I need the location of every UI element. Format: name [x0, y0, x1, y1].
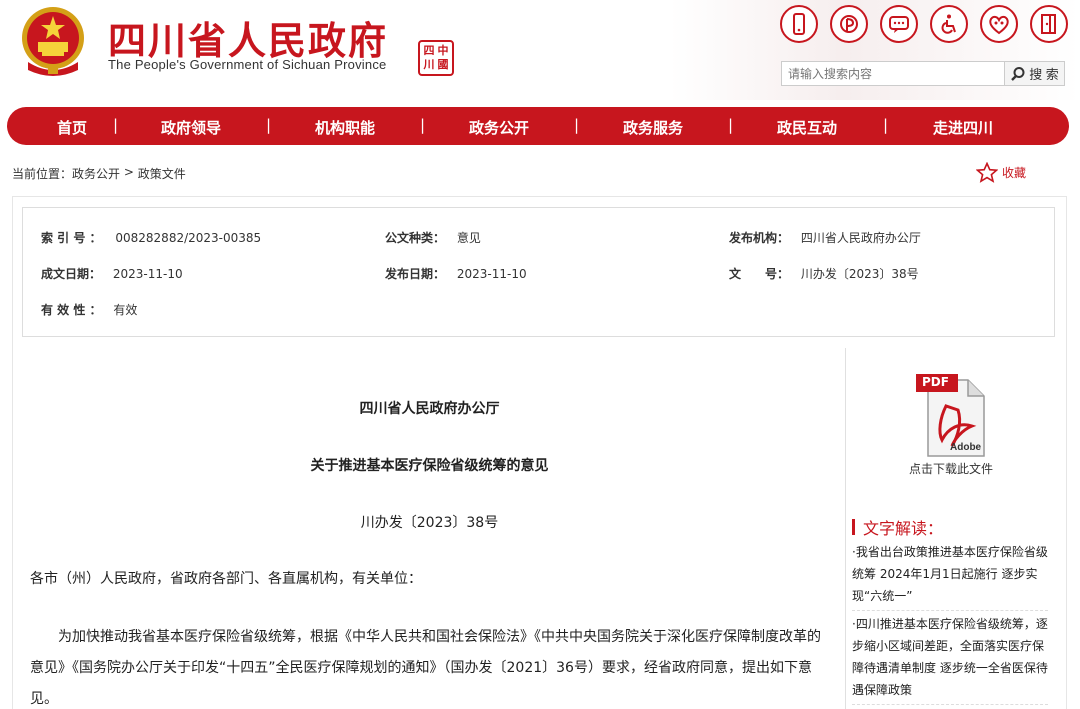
meta-publisher-value: 四川省人民政府办公厅 [800, 231, 921, 245]
breadcrumb-prefix: 当前位置： [12, 167, 73, 181]
elderly-care-icon[interactable] [980, 5, 1018, 43]
nav-separator: | [883, 116, 889, 134]
breadcrumb: 当前位置： 政务公开 > 政策文件 [12, 165, 186, 182]
search-input[interactable] [781, 61, 1005, 86]
top-icon-bar [780, 5, 1068, 45]
breadcrumb-open-gov[interactable]: 政务公开 [72, 165, 120, 182]
national-emblem-icon [22, 7, 84, 76]
meta-written-value: 2023-11-10 [112, 267, 183, 281]
nav-item-interaction[interactable]: 政民互动 [777, 117, 837, 138]
document-issuer: 四川省人民政府办公厅 [359, 401, 500, 417]
nav-item-home[interactable]: 首页 [57, 117, 87, 138]
pdf-download-link[interactable]: PDF Adobe [906, 366, 996, 466]
favorite-button[interactable]: 收藏 [976, 162, 1026, 183]
meta-docno-value: 川办发〔2023〕38号 [800, 267, 919, 281]
meta-category-label: 公文种类： [385, 231, 446, 245]
search-button-label: 搜 索 [1029, 67, 1059, 82]
nav-separator: | [113, 116, 119, 134]
meta-publisher-label: 发布机构： [729, 231, 790, 245]
document-paragraph: 为加快推动我省基本医疗保险省级统筹，根据《中华人民共和国社会保险法》《中共中央国… [30, 629, 821, 707]
nav-item-functions[interactable]: 机构职能 [315, 117, 375, 138]
meta-index: 索 引 号 ： 008282882/2023-00385 [41, 229, 261, 246]
meta-written-label: 成文日期： [41, 267, 102, 281]
nav-separator: | [574, 116, 580, 134]
seal-char: 國 [437, 58, 449, 71]
mobile-icon[interactable] [780, 5, 818, 43]
search-icon [1011, 66, 1025, 81]
site-header: 四川省人民政府 The People's Government of Sichu… [0, 0, 1080, 100]
document-salutation: 各市（州）人民政府，省政府各部门、各直属机构，有关单位： [30, 571, 422, 587]
document-number: 川办发〔2023〕38号 [360, 515, 499, 531]
meta-index-label: 索 引 号 ： [41, 231, 102, 245]
meta-category: 公文种类： 意见 [385, 229, 481, 246]
interpretation-heading-label: 文字解读： [863, 519, 944, 538]
pdf-badge-label: PDF [922, 375, 949, 389]
site-subtitle: The People's Government of Sichuan Provi… [108, 57, 387, 72]
meta-document-number: 文 号： 川办发〔2023〕38号 [729, 265, 919, 282]
exit-icon[interactable] [1030, 5, 1068, 43]
nav-item-leaders[interactable]: 政府领导 [161, 117, 221, 138]
breadcrumb-policy-docs[interactable]: 政策文件 [138, 165, 186, 182]
meta-validity-label: 有 效 性 ： [41, 303, 102, 317]
china-seal-logo: 四 中 川 國 [418, 40, 454, 76]
pdf-download-caption: 点击下载此文件 [908, 462, 993, 476]
weibo-icon[interactable] [830, 5, 868, 43]
meta-publisher: 发布机构： 四川省人民政府办公厅 [729, 229, 921, 246]
interpretation-link[interactable]: ·四川推进基本医疗保险省级统筹，逐步缩小区域间差距，全面落实医疗保障待遇清单制度… [852, 613, 1048, 705]
sidebar: PDF Adobe 点击下载此文件 文字解读： ·我省出台政策推进基本医疗保险省… [845, 348, 1055, 709]
meta-written-date: 成文日期： 2023-11-10 [41, 265, 183, 282]
nav-separator: | [266, 116, 272, 134]
nav-separator: | [728, 116, 734, 134]
main-nav: 首页 | 政府领导 | 机构职能 | 政务公开 | 政务服务 | 政民互动 | … [7, 107, 1069, 145]
meta-published-value: 2023-11-10 [456, 267, 527, 281]
document-title: 关于推进基本医疗保险省级统筹的意见 [310, 458, 549, 474]
document-meta-box: 索 引 号 ： 008282882/2023-00385 公文种类： 意见 发布… [22, 207, 1055, 337]
meta-docno-label: 文 号： [729, 267, 790, 281]
meta-validity-value: 有效 [113, 303, 138, 317]
heading-bar [852, 519, 855, 535]
nav-separator: | [420, 116, 426, 134]
meta-index-value: 008282882/2023-00385 [115, 231, 262, 245]
seal-char: 川 [423, 58, 435, 71]
nav-item-sichuan[interactable]: 走进四川 [933, 117, 993, 138]
star-icon [976, 162, 998, 183]
accessibility-icon[interactable] [930, 5, 968, 43]
wechat-icon[interactable] [880, 5, 918, 43]
meta-validity: 有 效 性 ： 有效 [41, 301, 137, 318]
meta-published-date: 发布日期： 2023-11-10 [385, 265, 527, 282]
meta-published-label: 发布日期： [385, 267, 446, 281]
seal-char: 中 [437, 44, 449, 57]
favorite-label: 收藏 [1002, 166, 1027, 180]
meta-category-value: 意见 [456, 231, 481, 245]
breadcrumb-separator: > [120, 165, 138, 179]
nav-item-services[interactable]: 政务服务 [623, 117, 683, 138]
search-button[interactable]: 搜 索 [1005, 61, 1065, 86]
interpretation-heading: 文字解读： [852, 515, 943, 539]
adobe-label: Adobe [950, 442, 982, 453]
seal-char: 四 [423, 44, 435, 57]
nav-item-open-gov[interactable]: 政务公开 [469, 117, 529, 138]
document-body: 四川省人民政府办公厅 关于推进基本医疗保险省级统筹的意见 川办发〔2023〕38… [22, 348, 837, 709]
interpretation-link[interactable]: ·我省出台政策推进基本医疗保险省级统筹 2024年1月1日起施行 逐步实现“六统… [852, 541, 1048, 611]
